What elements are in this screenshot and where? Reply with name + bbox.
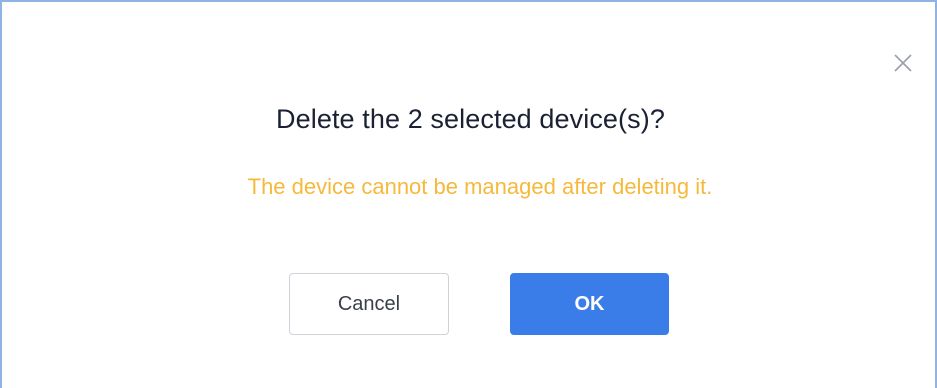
ok-button[interactable]: OK: [510, 273, 669, 335]
dialog-warning-text: The device cannot be managed after delet…: [247, 174, 713, 199]
close-icon[interactable]: [892, 52, 914, 74]
cancel-button[interactable]: Cancel: [289, 273, 449, 335]
dialog-title: Delete the 2 selected device(s)?: [276, 104, 665, 134]
delete-devices-dialog: Delete the 2 selected device(s)? The dev…: [0, 0, 937, 388]
